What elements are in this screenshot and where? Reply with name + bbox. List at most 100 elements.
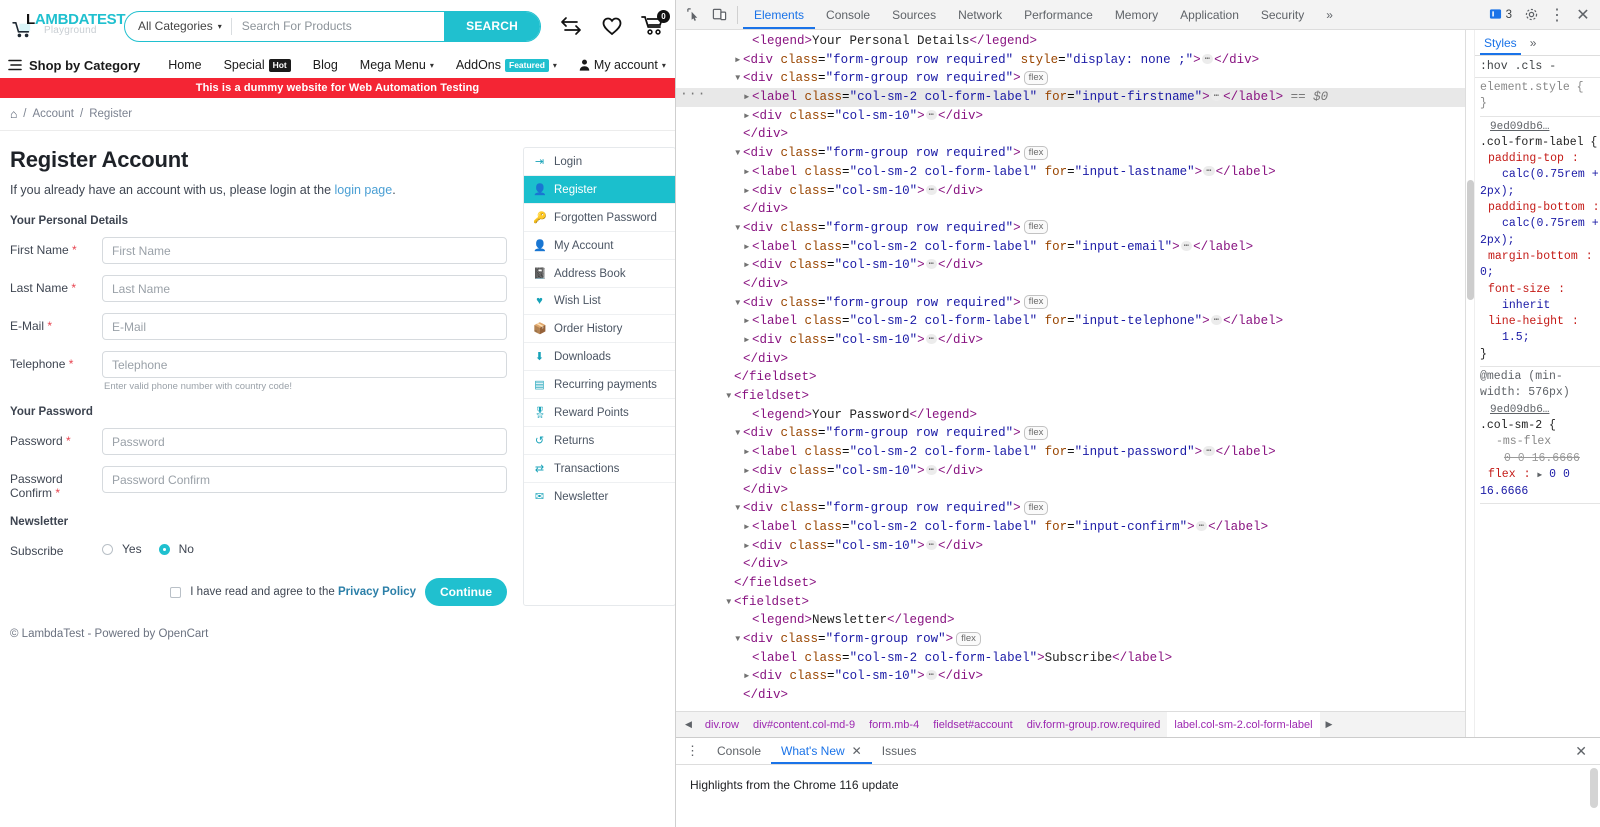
dom-tree-line[interactable]: </fieldset> (676, 368, 1465, 387)
lastname-field[interactable] (102, 275, 507, 302)
dom-tree-line[interactable]: </div> (676, 555, 1465, 574)
dom-tree-line[interactable]: ▸<div class="col-sm-10">⋯</div> (676, 462, 1465, 481)
dom-tree-line[interactable]: </div> (676, 200, 1465, 219)
close-icon[interactable]: ✕ (852, 744, 862, 758)
styles-scrollbar[interactable] (1466, 30, 1475, 737)
sidebar-item-reward-points[interactable]: 🎖Reward Points (524, 399, 675, 427)
gear-icon[interactable] (1518, 2, 1544, 28)
twisty-icon[interactable]: ▸ (743, 331, 752, 350)
nav-item-addons[interactable]: AddOns Featured ▾ (456, 58, 557, 72)
dom-tree-line[interactable]: ▾<fieldset> (676, 593, 1465, 612)
password-confirm-field[interactable] (102, 466, 507, 493)
password-field[interactable] (102, 428, 507, 455)
twisty-icon[interactable]: ▾ (734, 294, 743, 313)
dom-tree-line[interactable]: ▸<div class="col-sm-10">⋯</div> (676, 107, 1465, 126)
more-options-icon[interactable]: ⋮ (1544, 2, 1570, 28)
dom-tree-line[interactable]: ▸<div class="col-sm-10">⋯</div> (676, 667, 1465, 686)
style-prop-value[interactable]: inherit (1480, 299, 1550, 312)
breadcrumb-item-account[interactable]: Account (32, 108, 74, 120)
twisty-icon[interactable] (734, 200, 743, 219)
nav-item-blog[interactable]: Blog (313, 58, 338, 72)
dom-tree-line[interactable]: ▸<div class="col-sm-10">⋯</div> (676, 256, 1465, 275)
dom-tree-line[interactable]: ▸<label class="col-sm-2 col-form-label" … (676, 238, 1465, 257)
twisty-icon[interactable]: ▾ (734, 144, 743, 163)
firstname-field[interactable] (102, 237, 507, 264)
twisty-icon[interactable]: ▾ (734, 69, 743, 88)
sidebar-item-address-book[interactable]: 📓Address Book (524, 260, 675, 288)
privacy-policy-checkbox[interactable] (170, 587, 181, 598)
category-dropdown[interactable]: All Categories ▾ (125, 19, 231, 33)
sidebar-item-returns[interactable]: ↺Returns (524, 427, 675, 455)
sidebar-item-wish-list[interactable]: ♥Wish List (524, 288, 675, 315)
twisty-icon[interactable] (743, 32, 752, 51)
subscribe-yes-radio[interactable] (102, 544, 113, 555)
dom-tree[interactable]: <legend>Your Personal Details</legend>▸<… (676, 30, 1465, 711)
dom-tree-line[interactable]: ▸<label class="col-sm-2 col-form-label" … (676, 443, 1465, 462)
search-input[interactable] (232, 12, 444, 41)
new-rule-icon[interactable]: - (1549, 60, 1556, 73)
issues-counter[interactable]: 3 (1483, 8, 1518, 21)
home-icon[interactable]: ⌂ (10, 107, 17, 121)
style-prop-name[interactable]: padding-bottom (1480, 201, 1585, 214)
nav-item-my-account[interactable]: My account ▾ (579, 58, 666, 72)
device-toolbar-icon[interactable] (706, 2, 732, 28)
nav-item-mega-menu[interactable]: Mega Menu ▾ (360, 58, 434, 72)
dom-tree-line[interactable]: ▸<label class="col-sm-2 col-form-label" … (676, 163, 1465, 182)
search-button[interactable]: SEARCH (444, 12, 540, 41)
cart-icon[interactable]: 0 (641, 14, 665, 38)
drawer-tab-console[interactable]: Console (707, 738, 771, 764)
drawer-more-options-icon[interactable]: ⋮ (680, 743, 707, 759)
tab-security[interactable]: Security (1250, 0, 1315, 29)
style-prop-value[interactable]: 0; (1480, 266, 1494, 279)
dom-tree-line[interactable]: ▾<div class="form-group row required">fl… (676, 499, 1465, 518)
login-page-link[interactable]: login page (335, 183, 393, 197)
dom-tree-line[interactable]: </fieldset> (676, 574, 1465, 593)
continue-button[interactable]: Continue (425, 578, 507, 606)
style-prop-name[interactable]: flex (1480, 468, 1516, 481)
style-prop-name[interactable]: margin-bottom (1480, 250, 1578, 263)
close-icon[interactable]: ✕ (1570, 2, 1596, 28)
twisty-icon[interactable] (734, 350, 743, 369)
dom-crumb-div-row[interactable]: div.row (698, 719, 746, 731)
twisty-icon[interactable] (725, 574, 734, 593)
twisty-icon[interactable]: ▾ (725, 593, 734, 612)
dom-tree-line[interactable]: <legend>Your Password</legend> (676, 406, 1465, 425)
twisty-icon[interactable]: ▸ (743, 537, 752, 556)
dom-tree-line[interactable]: ▾<div class="form-group row required">fl… (676, 69, 1465, 88)
twisty-icon[interactable]: ▾ (734, 630, 743, 649)
twisty-icon[interactable]: ▸ (743, 667, 752, 686)
dom-tree-line[interactable]: <legend>Newsletter</legend> (676, 611, 1465, 630)
tab-performance[interactable]: Performance (1013, 0, 1104, 29)
dom-crumb-div-content[interactable]: div#content.col-md-9 (746, 719, 862, 731)
breadcrumb-item-register[interactable]: Register (89, 108, 132, 120)
twisty-icon[interactable] (725, 368, 734, 387)
dom-tree-line[interactable]: ▾<div class="form-group row required">fl… (676, 294, 1465, 313)
twisty-icon[interactable]: ▸ (743, 462, 752, 481)
dom-tree-line[interactable]: ▸<label class="col-sm-2 col-form-label" … (676, 518, 1465, 537)
dom-tree-line[interactable]: <legend>Your Personal Details</legend> (676, 32, 1465, 51)
breadcrumb-scroll-right-icon[interactable]: ▶ (1320, 719, 1339, 730)
shop-by-category-button[interactable]: Shop by Category (8, 58, 140, 73)
email-field[interactable] (102, 313, 507, 340)
expand-triangle-icon[interactable]: ▶ (1537, 471, 1542, 480)
telephone-field[interactable] (102, 351, 507, 378)
dom-tree-line[interactable]: </div> (676, 686, 1465, 705)
wishlist-icon[interactable] (600, 14, 624, 38)
twisty-icon[interactable]: ▸ (743, 182, 752, 201)
tab-console[interactable]: Console (815, 0, 881, 29)
sidebar-item-order-history[interactable]: 📦Order History (524, 315, 675, 343)
style-selector[interactable]: .col-form-label { (1480, 136, 1597, 149)
tab-styles[interactable]: Styles (1480, 30, 1521, 55)
twisty-icon[interactable]: ▸ (734, 51, 743, 70)
sidebar-item-newsletter[interactable]: ✉Newsletter (524, 483, 675, 510)
twisty-icon[interactable] (734, 275, 743, 294)
twisty-icon[interactable]: ▾ (725, 387, 734, 406)
dom-tree-line[interactable]: ▾<div class="form-group row required">fl… (676, 424, 1465, 443)
drawer-tab-whats-new[interactable]: What's New ✕ (771, 738, 872, 764)
dom-tree-line[interactable]: ▾<fieldset> (676, 387, 1465, 406)
sidebar-item-register[interactable]: 👤Register (524, 176, 675, 204)
tab-memory[interactable]: Memory (1104, 0, 1169, 29)
dom-tree-line[interactable]: </div> (676, 350, 1465, 369)
compare-icon[interactable] (559, 14, 583, 38)
style-source-link[interactable]: 9ed09db6… (1480, 119, 1600, 135)
